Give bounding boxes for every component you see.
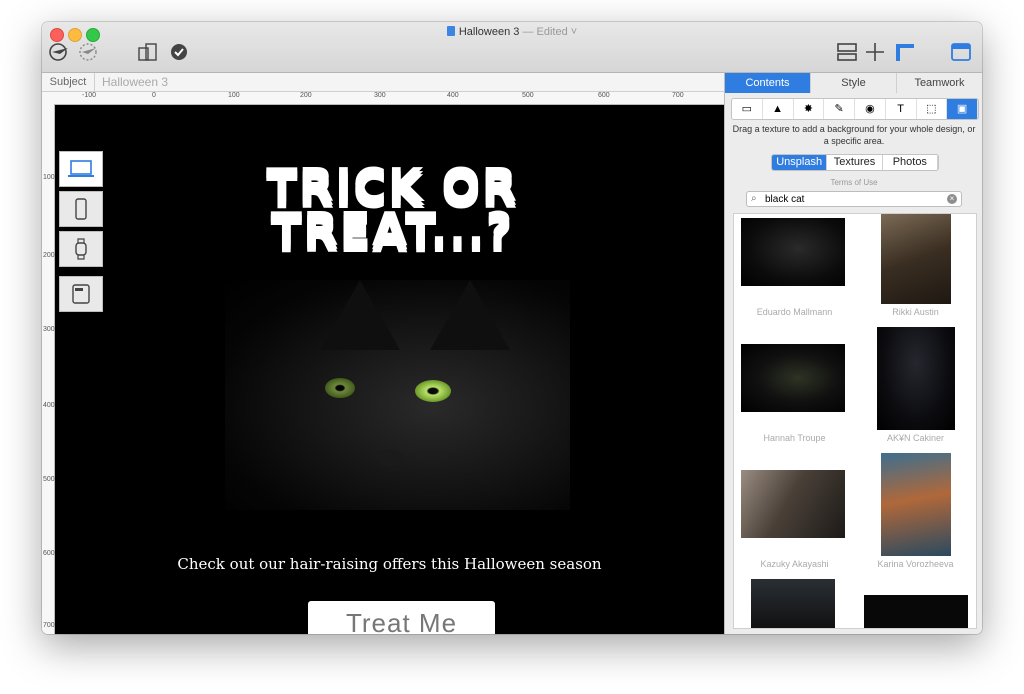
tagline[interactable]: Check out our hair-raising offers this H… — [55, 555, 724, 573]
ruler-label: 400 — [43, 402, 55, 409]
treat-me-button[interactable]: Treat Me — [308, 601, 495, 634]
ruler-label: 300 — [43, 326, 55, 333]
area-tool-icon[interactable]: ⬚ — [917, 99, 948, 119]
ruler-label: 100 — [43, 174, 55, 181]
ruler-label: 700 — [672, 92, 684, 99]
ruler-label: 200 — [43, 252, 55, 259]
crosshair-icon[interactable] — [864, 42, 886, 66]
cat-ear-left — [320, 280, 400, 350]
headline[interactable]: TRICK OR TREAT...? — [235, 158, 549, 256]
result-credit: Hannah Troupe — [763, 433, 826, 443]
result-thumbnail[interactable] — [877, 327, 955, 430]
ruler-label: 400 — [447, 92, 459, 99]
search-input[interactable] — [765, 192, 935, 206]
result-thumbnail[interactable] — [741, 470, 845, 538]
result-thumbnail[interactable] — [864, 595, 968, 628]
image-source-selector: Unsplash Textures Photos — [771, 154, 939, 171]
layout-icon[interactable] — [836, 42, 858, 66]
tab-style[interactable]: Style — [811, 73, 897, 93]
window-title: Halloween 3 — Edited ˅ — [42, 26, 982, 38]
source-photos[interactable]: Photos — [883, 155, 938, 170]
result-credit: Rikki Austin — [892, 307, 939, 317]
ruler-label: 100 — [228, 92, 240, 99]
content-type-toolbar: ▭ ▲ ✸ ✎ ◉ T ⬚ ▣ — [731, 98, 979, 120]
result-thumbnail[interactable] — [741, 218, 845, 286]
phone-icon — [75, 198, 87, 220]
text-tool-icon[interactable]: T — [886, 99, 917, 119]
edited-status[interactable]: — Edited ˅ — [522, 26, 577, 38]
checkmark-icon[interactable] — [170, 43, 188, 65]
search-icon: ⌕ — [751, 193, 757, 204]
ruler-label: 0 — [152, 92, 156, 99]
vertical-ruler: 100 200 300 400 500 600 700 — [42, 104, 55, 634]
result-credit: Kazuky Akayashi — [760, 559, 829, 569]
texture-hint: Drag a texture to add a background for y… — [732, 124, 976, 146]
source-textures[interactable]: Textures — [827, 155, 883, 170]
button-tool-icon[interactable]: ◉ — [855, 99, 886, 119]
ruler-label: 700 — [43, 622, 55, 629]
ruler-label: 200 — [300, 92, 312, 99]
result-credit: Eduardo Mallmann — [756, 307, 833, 317]
phone-preview-button[interactable] — [59, 191, 103, 227]
image-search: ⌕ × — [746, 191, 962, 207]
ruler-label: 500 — [43, 476, 55, 483]
rulers-icon[interactable] — [894, 42, 916, 66]
inbox-icon — [72, 284, 90, 304]
tab-contents[interactable]: Contents — [725, 73, 811, 93]
titlebar: Halloween 3 — Edited ˅ — [42, 22, 982, 73]
subject-field[interactable]: Halloween 3 — [102, 73, 168, 91]
ruler-label: 600 — [598, 92, 610, 99]
document-icon — [446, 26, 455, 36]
tab-teamwork[interactable]: Teamwork — [897, 73, 982, 93]
clear-search-icon[interactable]: × — [947, 194, 957, 204]
pen-tool-icon[interactable]: ✎ — [824, 99, 855, 119]
block-tool-icon[interactable]: ▭ — [732, 99, 763, 119]
headline-line-2: TREAT...? — [270, 202, 514, 256]
headline-line-1: TRICK OR — [266, 158, 518, 212]
shape-tool-icon[interactable]: ▲ — [763, 99, 794, 119]
result-thumbnail[interactable] — [881, 214, 951, 304]
cat-nose — [375, 450, 405, 466]
design-canvas[interactable]: TRICK OR TREAT...? Check out our hair-ra… — [55, 105, 724, 634]
result-credit: AK¥N Cakiner — [886, 433, 945, 443]
search-results: Eduardo Mallmann Rikki Austin Hannah Tro… — [733, 213, 977, 629]
result-thumbnail[interactable] — [751, 579, 835, 628]
horizontal-ruler: -100 0 100 200 300 400 500 600 700 — [42, 92, 724, 105]
inspector-tabs: Contents Style Teamwork — [725, 73, 982, 93]
subject-label: Subject — [42, 73, 95, 91]
inspector-panel: Contents Style Teamwork ▭ ▲ ✸ ✎ ◉ T ⬚ ▣ … — [724, 73, 982, 634]
desktop-preview-button[interactable] — [59, 151, 103, 187]
badge-tool-icon[interactable]: ✸ — [794, 99, 825, 119]
image-tool-icon[interactable]: ▣ — [947, 99, 978, 119]
source-unsplash[interactable]: Unsplash — [772, 155, 828, 170]
result-thumbnail[interactable] — [741, 344, 845, 412]
black-cat-image[interactable] — [225, 280, 570, 510]
ruler-label: 600 — [43, 550, 55, 557]
app-window: Halloween 3 — Edited ˅ Subject Halloween… — [42, 22, 982, 634]
subject-row: Subject Halloween 3 — [42, 73, 724, 92]
result-thumbnail[interactable] — [881, 453, 951, 556]
devices-preview-icon[interactable] — [136, 42, 160, 66]
watch-preview-button[interactable] — [59, 231, 103, 267]
laptop-icon — [68, 160, 94, 177]
result-credit: Karina Vorozheeva — [877, 559, 954, 569]
sidebar-toggle-icon[interactable] — [950, 42, 972, 66]
ruler-label: 500 — [522, 92, 534, 99]
cat-ear-right — [430, 280, 510, 350]
schedule-icon[interactable] — [76, 42, 100, 66]
plain-text-preview-button[interactable] — [59, 276, 103, 312]
cat-eye-right — [415, 380, 451, 402]
ruler-label: -100 — [82, 92, 97, 99]
cat-eye-left — [325, 378, 355, 398]
watch-icon — [75, 238, 87, 260]
send-test-icon[interactable] — [48, 42, 72, 66]
terms-of-use-link[interactable]: Terms of Use — [725, 178, 982, 187]
window-title-text: Halloween 3 — [458, 26, 520, 38]
ruler-label: 300 — [374, 92, 386, 99]
